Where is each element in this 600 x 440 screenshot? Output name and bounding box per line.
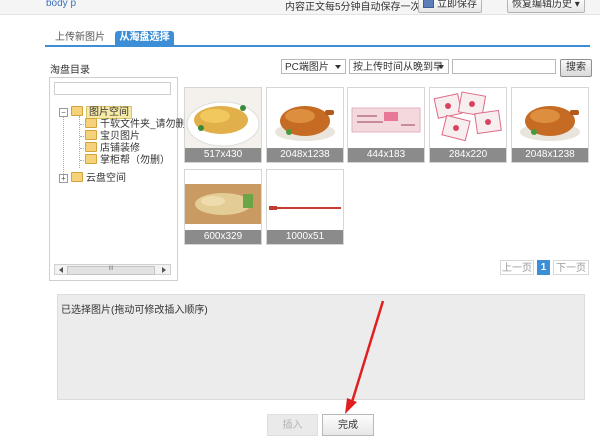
tree-node-child[interactable]: 千软文件夹_请勿删 xyxy=(85,118,186,130)
image-size-label: 284x220 xyxy=(430,148,506,162)
scroll-left-icon[interactable] xyxy=(59,267,63,273)
folder-icon xyxy=(85,118,97,128)
directory-tree-panel: − 图片空间 千软文件夹_请勿删 宝贝图片 店铺装修 掌柜帮（勿删） + 云盘空间 … xyxy=(49,77,186,281)
tree-node-child[interactable]: 店铺装修 xyxy=(85,142,140,154)
image-size-label: 444x183 xyxy=(348,148,424,162)
next-page-button[interactable]: 下一页 xyxy=(553,260,589,275)
image-thumbnail[interactable]: 2048x1238 xyxy=(266,87,344,163)
tab-upload-new[interactable]: 上传新图片 xyxy=(50,31,110,45)
restore-history-button[interactable]: 恢复编辑历史 ▾ xyxy=(507,0,585,13)
image-preview xyxy=(267,170,343,230)
image-preview xyxy=(430,88,506,148)
save-disk-icon xyxy=(423,0,434,8)
image-preview xyxy=(348,88,424,148)
selected-images-hint: 已选择图片(拖动可修改插入顺序) xyxy=(61,305,208,316)
image-size-label: 2048x1238 xyxy=(267,148,343,162)
directory-label: 淘盘目录 xyxy=(50,65,90,76)
tab-taopan-select[interactable]: 从淘盘选择 xyxy=(115,31,174,45)
image-thumbnail[interactable]: 2048x1238 xyxy=(511,87,589,163)
save-now-button[interactable]: 立即保存 xyxy=(418,0,482,13)
current-page-button[interactable]: 1 xyxy=(537,260,550,275)
tree-node-label: 云盘空间 xyxy=(86,173,126,184)
image-type-select[interactable]: PC端图片 xyxy=(281,59,346,74)
image-preview xyxy=(185,170,261,230)
scroll-right-icon[interactable] xyxy=(162,267,166,273)
image-thumbnail[interactable]: 600x329 xyxy=(184,169,262,245)
expand-icon[interactable]: + xyxy=(59,174,68,183)
arrow-head xyxy=(345,398,357,414)
tree-node-label: 店铺装修 xyxy=(100,143,140,154)
folder-icon xyxy=(85,142,97,152)
chevron-down-icon xyxy=(438,65,444,69)
tree-filter-input[interactable] xyxy=(54,82,171,95)
prev-page-button[interactable]: 上一页 xyxy=(500,260,534,275)
image-thumbnail[interactable]: 1000x51 xyxy=(266,169,344,245)
image-thumbnail[interactable]: 517x430 xyxy=(184,87,262,163)
selected-images-area[interactable]: 已选择图片(拖动可修改插入顺序) xyxy=(57,294,585,400)
save-now-label: 立即保存 xyxy=(437,0,477,10)
image-preview xyxy=(185,88,261,148)
insert-button[interactable]: 插入 xyxy=(267,414,318,436)
chevron-down-icon xyxy=(335,65,341,69)
tree-guide-line xyxy=(63,116,64,178)
scroll-thumb[interactable]: III xyxy=(67,266,155,275)
collapse-icon[interactable]: − xyxy=(59,108,68,117)
editor-status-bar: body p 内容正文每5分钟自动保存一次。 立即保存 恢复编辑历史 ▾ xyxy=(0,0,600,15)
image-thumbnail[interactable]: 284x220 xyxy=(429,87,507,163)
folder-icon xyxy=(85,154,97,164)
image-source-tabs: 上传新图片 从淘盘选择 xyxy=(45,31,590,47)
tree-node-child[interactable]: 宝贝图片 xyxy=(85,130,140,142)
image-type-value: PC端图片 xyxy=(285,62,329,73)
autosave-notice: 内容正文每5分钟自动保存一次。 xyxy=(285,2,431,13)
folder-open-icon xyxy=(71,106,83,116)
search-button[interactable]: 搜索 xyxy=(560,59,592,77)
image-thumbnail[interactable]: 444x183 xyxy=(347,87,425,163)
done-button[interactable]: 完成 xyxy=(322,414,374,436)
folder-icon xyxy=(85,130,97,140)
tree-horizontal-scrollbar[interactable]: III xyxy=(54,264,171,275)
tree-node-label: 掌柜帮（勿删） xyxy=(100,155,170,166)
search-input[interactable] xyxy=(452,59,556,74)
tree-node-image-space[interactable]: − 图片空间 xyxy=(59,106,132,119)
tree-node-child[interactable]: 掌柜帮（勿删） xyxy=(85,154,170,166)
image-size-label: 1000x51 xyxy=(267,230,343,244)
tree-node-label: 千软文件夹_请勿删 xyxy=(100,119,186,130)
sort-order-value: 按上传时间从晚到早 xyxy=(353,62,443,73)
image-preview xyxy=(512,88,588,148)
folder-icon xyxy=(71,172,83,182)
sort-order-select[interactable]: 按上传时间从晚到早 xyxy=(349,59,449,74)
tree-node-label: 宝贝图片 xyxy=(100,131,140,142)
image-size-label: 517x430 xyxy=(185,148,261,162)
element-path[interactable]: body p xyxy=(46,0,76,9)
image-preview xyxy=(267,88,343,148)
tree-node-cloud-space[interactable]: + 云盘空间 xyxy=(59,172,126,184)
image-size-label: 600x329 xyxy=(185,230,261,244)
image-size-label: 2048x1238 xyxy=(512,148,588,162)
